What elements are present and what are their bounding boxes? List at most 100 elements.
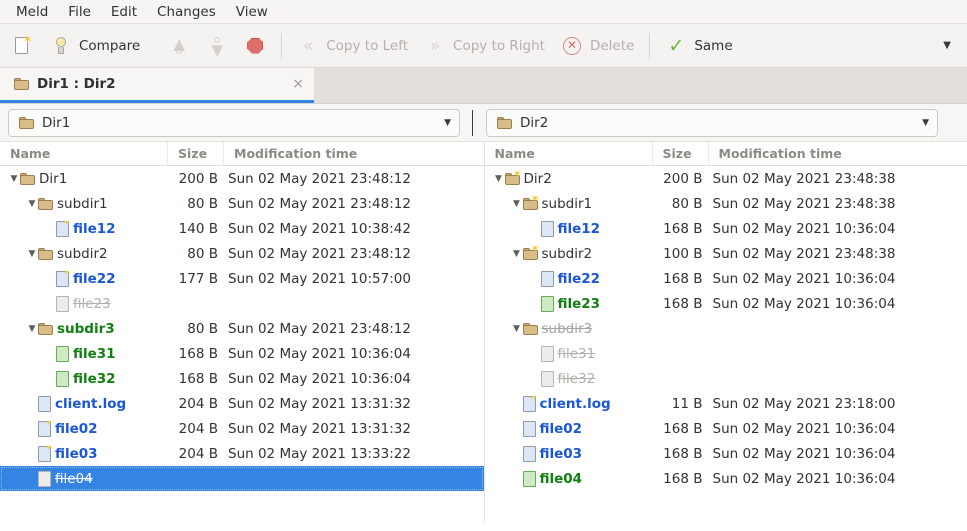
delete-button[interactable]: ✕ Delete: [553, 29, 642, 63]
chevron-down-icon: ▼: [206, 35, 228, 57]
copy-to-left-label: Copy to Left: [326, 38, 408, 54]
file-name: client.log: [540, 396, 611, 412]
column-header-size[interactable]: Size: [653, 142, 709, 165]
table-row[interactable]: file32168 BSun 02 May 2021 10:36:04: [0, 366, 484, 391]
filter-same-button[interactable]: ✓ Same: [657, 29, 740, 63]
cell-name: file22: [485, 271, 653, 287]
table-row[interactable]: ▼✶subdir2100 BSun 02 May 2021 23:48:38: [485, 241, 967, 266]
file-name: client.log: [55, 396, 126, 412]
table-row[interactable]: file02168 BSun 02 May 2021 10:36:04: [485, 416, 967, 441]
file-name: file31: [73, 346, 116, 362]
table-row[interactable]: ▼subdir380 BSun 02 May 2021 23:48:12: [0, 316, 484, 341]
cell-size: 200 B: [653, 171, 709, 187]
table-row[interactable]: ✶file02204 BSun 02 May 2021 13:31:32: [0, 416, 484, 441]
menu-item-file[interactable]: File: [58, 2, 101, 22]
folder-icon: [38, 248, 53, 260]
file-name: Dir1: [39, 171, 67, 187]
table-row[interactable]: ▼subdir180 BSun 02 May 2021 23:48:12: [0, 191, 484, 216]
expander-toggle[interactable]: ▼: [26, 199, 38, 209]
stop-button[interactable]: [236, 29, 274, 63]
file-name: file03: [540, 446, 583, 462]
expander-toggle[interactable]: ▼: [8, 174, 20, 184]
table-row[interactable]: ▼✶subdir180 BSun 02 May 2021 23:48:38: [485, 191, 967, 216]
file-icon-missing: [56, 296, 69, 312]
cell-size: 80 B: [168, 246, 224, 262]
column-header-time[interactable]: Modification time: [709, 142, 967, 165]
expander-toggle[interactable]: ▼: [26, 324, 38, 334]
arrow-left-icon: «: [297, 35, 319, 57]
close-icon[interactable]: ×: [266, 76, 304, 92]
menu-item-edit[interactable]: Edit: [101, 2, 147, 22]
column-headers: Name Size Modification time Name Size Mo…: [0, 142, 967, 166]
cell-size: 200 B: [168, 171, 224, 187]
new-badge-icon: ✶: [529, 396, 539, 402]
compare-button[interactable]: Compare: [42, 29, 148, 63]
table-row[interactable]: client.log204 BSun 02 May 2021 13:31:32: [0, 391, 484, 416]
file-icon: [38, 396, 51, 412]
cell-name: ▼subdir2: [0, 246, 168, 262]
table-row[interactable]: file23: [0, 291, 484, 316]
table-row[interactable]: ✶file03204 BSun 02 May 2021 13:33:22: [0, 441, 484, 466]
column-header-name[interactable]: Name: [485, 142, 653, 165]
table-row[interactable]: ▼subdir3: [485, 316, 967, 341]
table-row[interactable]: file23168 BSun 02 May 2021 10:36:04: [485, 291, 967, 316]
cell-time: Sun 02 May 2021 10:36:04: [709, 296, 896, 312]
cell-name: file12: [485, 221, 653, 237]
file-tree-right: ▼✶Dir2200 BSun 02 May 2021 23:48:38▼✶sub…: [484, 166, 967, 523]
table-row[interactable]: file22168 BSun 02 May 2021 10:36:04: [485, 266, 967, 291]
path-right-value: Dir2: [520, 115, 548, 131]
column-header-name[interactable]: Name: [0, 142, 168, 165]
table-row[interactable]: ▼subdir280 BSun 02 May 2021 23:48:12: [0, 241, 484, 266]
table-row[interactable]: ✶file22177 BSun 02 May 2021 10:57:00: [0, 266, 484, 291]
expander-toggle[interactable]: ▼: [511, 249, 523, 259]
menu-item-changes[interactable]: Changes: [147, 2, 226, 22]
expander-toggle[interactable]: ▼: [493, 174, 505, 184]
file-icon: [523, 446, 536, 462]
delete-label: Delete: [590, 38, 634, 54]
table-row[interactable]: ✶client.log11 BSun 02 May 2021 23:18:00: [485, 391, 967, 416]
file-name: file03: [55, 446, 98, 462]
column-header-time[interactable]: Modification time: [224, 142, 484, 165]
column-headers-right: Name Size Modification time: [484, 142, 967, 165]
menu-item-view[interactable]: View: [226, 2, 278, 22]
file-icon: [541, 271, 554, 287]
path-combo-left[interactable]: Dir1 ▼: [8, 109, 460, 137]
file-icon: ✶: [56, 271, 69, 287]
menu-item-meld[interactable]: Meld: [6, 2, 58, 22]
next-change-button[interactable]: ▼: [198, 29, 236, 63]
table-row[interactable]: file32: [485, 366, 967, 391]
tab-dir1-dir2[interactable]: Dir1 : Dir2 ×: [0, 68, 314, 103]
table-row[interactable]: file12168 BSun 02 May 2021 10:36:04: [485, 216, 967, 241]
table-row[interactable]: ✶file12140 BSun 02 May 2021 10:38:42: [0, 216, 484, 241]
expander-toggle[interactable]: ▼: [511, 324, 523, 334]
table-row[interactable]: ▼Dir1200 BSun 02 May 2021 23:48:12: [0, 166, 484, 191]
cell-size: 168 B: [653, 271, 709, 287]
table-row[interactable]: file04168 BSun 02 May 2021 10:36:04: [485, 466, 967, 491]
path-combo-right[interactable]: Dir2 ▼: [486, 109, 938, 137]
cell-size: 80 B: [653, 196, 709, 212]
previous-change-button[interactable]: ▲: [160, 29, 198, 63]
copy-to-right-button[interactable]: » Copy to Right: [416, 29, 553, 63]
expander-toggle[interactable]: ▼: [26, 249, 38, 259]
expander-toggle[interactable]: ▼: [511, 199, 523, 209]
file-name: file22: [558, 271, 601, 287]
folder-icon: ✶: [523, 198, 538, 210]
table-row[interactable]: file31: [485, 341, 967, 366]
cell-name: file23: [485, 296, 653, 312]
table-row[interactable]: file04: [0, 466, 484, 491]
toolbar-overflow-dropdown[interactable]: ▼: [943, 40, 951, 51]
new-comparison-button[interactable]: ✶: [4, 29, 42, 63]
table-row[interactable]: ▼✶Dir2200 BSun 02 May 2021 23:48:38: [485, 166, 967, 191]
cell-size: 140 B: [168, 221, 224, 237]
table-row[interactable]: file03168 BSun 02 May 2021 10:36:04: [485, 441, 967, 466]
chevron-down-icon[interactable]: ▼: [922, 118, 929, 128]
file-name: file32: [73, 371, 116, 387]
copy-to-left-button[interactable]: « Copy to Left: [289, 29, 416, 63]
chevron-down-icon[interactable]: ▼: [444, 118, 451, 128]
file-name: file23: [73, 296, 111, 312]
table-row[interactable]: file31168 BSun 02 May 2021 10:36:04: [0, 341, 484, 366]
cell-size: 204 B: [168, 446, 224, 462]
column-header-size[interactable]: Size: [168, 142, 224, 165]
cell-name: ▼subdir3: [0, 321, 168, 337]
file-name: file02: [55, 421, 98, 437]
